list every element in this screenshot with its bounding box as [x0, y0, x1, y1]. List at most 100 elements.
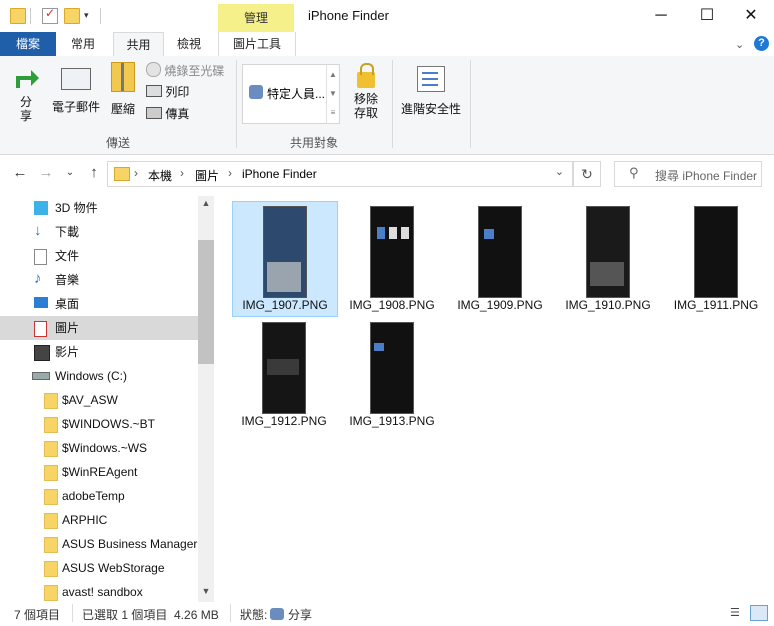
maximize-button[interactable]: ☐ — [684, 0, 730, 32]
folder-icon — [44, 465, 58, 481]
nav-folder[interactable]: adobeTemp — [0, 484, 198, 508]
email-button[interactable]: 電子郵件 — [48, 62, 104, 122]
nav-item-music[interactable]: ♪ 音樂 — [0, 268, 198, 292]
up-arrow-icon[interactable]: ↑ — [84, 163, 104, 183]
refresh-icon[interactable]: ↻ — [573, 161, 601, 187]
desktop-icon — [34, 297, 48, 308]
file-name: IMG_1909.PNG — [457, 298, 543, 312]
folder-icon — [114, 167, 130, 181]
scroll-down-icon[interactable]: ▼ — [198, 586, 214, 596]
tab-view[interactable]: 檢視 — [166, 32, 212, 56]
separator — [100, 8, 101, 24]
print-label: 列印 — [165, 85, 190, 99]
nav-item-label: 圖片 — [55, 321, 80, 335]
print-button[interactable]: 列印 — [146, 82, 189, 102]
file-item[interactable]: IMG_1911.PNG — [664, 202, 768, 316]
new-folder-icon[interactable] — [64, 8, 80, 24]
tab-picture-tools[interactable]: 圖片工具 — [218, 32, 296, 56]
nav-item-pictures[interactable]: 圖片 — [0, 316, 198, 340]
title-bar: ✓ ▾ 管理 iPhone Finder ─ ☐ ✕ — [0, 0, 774, 32]
nav-folder[interactable]: avast! sandbox — [0, 580, 198, 602]
tab-share[interactable]: 共用 — [113, 32, 164, 57]
file-name: IMG_1907.PNG — [242, 298, 328, 312]
recent-locations-icon[interactable]: ⌄ — [60, 163, 80, 183]
file-item[interactable]: IMG_1907.PNG — [232, 201, 338, 317]
tab-manage-label: 管理 — [243, 11, 268, 25]
close-button[interactable]: ✕ — [728, 0, 774, 32]
tab-file[interactable]: 檔案 — [0, 32, 56, 56]
customize-toolbar-icon[interactable]: ▾ — [84, 10, 89, 21]
security-list-icon — [417, 66, 445, 92]
fax-button[interactable]: 傳真 — [146, 104, 189, 124]
group-label-share-with: 共用對象 — [289, 136, 338, 150]
breadcrumb-separator: › — [228, 166, 232, 180]
nav-item-drive-c[interactable]: Windows (C:) — [0, 364, 198, 388]
details-view-icon[interactable]: ☰ — [730, 606, 740, 619]
email-label: 電子郵件 — [51, 100, 100, 114]
image-thumbnail — [586, 206, 630, 298]
help-icon[interactable]: ? — [754, 36, 769, 51]
zip-button[interactable]: 壓縮 — [106, 62, 140, 122]
breadcrumb-item[interactable]: 圖片 — [195, 167, 219, 184]
nav-folder[interactable]: $Windows.~WS — [0, 436, 198, 460]
people-icon — [270, 608, 284, 620]
share-button[interactable]: 分 享 — [8, 62, 44, 132]
minimize-button[interactable]: ─ — [638, 0, 684, 32]
folder-icon — [44, 537, 58, 553]
nav-folder[interactable]: $WINDOWS.~BT — [0, 412, 198, 436]
forward-arrow-icon[interactable]: → — [36, 163, 56, 183]
nav-item-3d-objects[interactable]: 3D 物件 — [0, 196, 198, 220]
nav-item-desktop[interactable]: 桌面 — [0, 292, 198, 316]
large-icons-view-icon[interactable] — [750, 605, 768, 621]
state-value: 分享 — [288, 608, 313, 622]
image-thumbnail — [478, 206, 522, 298]
file-item[interactable]: IMG_1910.PNG — [556, 202, 660, 316]
file-item[interactable]: IMG_1912.PNG — [232, 318, 336, 432]
gallery-scroll[interactable]: ▲ ▼ ≡ — [326, 65, 339, 123]
address-bar[interactable]: › 本機 › 圖片 › iPhone Finder ⌄ — [107, 161, 573, 187]
separator — [392, 60, 393, 148]
videos-icon — [34, 345, 50, 361]
specific-people-label: 特定人員... — [267, 87, 326, 101]
ribbon: 分 享 電子郵件 壓縮 燒錄至光碟 列印 傳真 傳送 特定人員... ▲ ▼ ≡ 移… — [0, 56, 774, 155]
nav-item-downloads[interactable]: ↓ 下載 — [0, 220, 198, 244]
nav-item-label: 3D 物件 — [55, 201, 98, 215]
breadcrumb-item[interactable]: iPhone Finder — [242, 167, 317, 181]
folder-icon — [44, 441, 58, 457]
search-input[interactable]: ⚲ 搜尋 iPhone Finder — [614, 161, 762, 187]
nav-folder[interactable]: $AV_ASW — [0, 388, 198, 412]
back-arrow-icon[interactable]: ← — [10, 163, 30, 183]
nav-item-documents[interactable]: 文件 — [0, 244, 198, 268]
nav-item-label: 桌面 — [55, 297, 80, 311]
nav-folder-label: $WinREAgent — [62, 465, 138, 479]
nav-folder[interactable]: ASUS Business Manager — [0, 532, 198, 556]
share-with-gallery[interactable]: 特定人員... ▲ ▼ ≡ — [242, 64, 340, 124]
properties-icon[interactable]: ✓ — [42, 6, 58, 24]
3d-objects-icon — [34, 201, 48, 215]
remove-access-button[interactable]: 移除 存取 — [346, 62, 386, 132]
scroll-up-icon[interactable]: ▲ — [198, 198, 214, 208]
chevron-down-icon[interactable]: ⌄ — [555, 165, 564, 178]
burn-label: 燒錄至光碟 — [164, 64, 225, 78]
nav-folder[interactable]: $WinREAgent — [0, 460, 198, 484]
breadcrumb-item[interactable]: 本機 — [148, 167, 172, 184]
tab-manage[interactable]: 管理 — [218, 4, 294, 32]
file-item[interactable]: IMG_1913.PNG — [340, 318, 444, 432]
status-bar: 7 個項目 已選取 1 個項目 4.26 MB 狀態: 分享 ☰ — [0, 602, 774, 626]
folder-icon — [44, 585, 58, 601]
scrollbar-thumb[interactable] — [198, 240, 214, 364]
collapse-ribbon-icon[interactable]: ⌄ — [735, 38, 744, 51]
advanced-security-button[interactable]: 進階安全性 — [398, 62, 464, 122]
file-item[interactable]: IMG_1908.PNG — [340, 202, 444, 316]
nav-folder[interactable]: ARPHIC — [0, 508, 198, 532]
separator — [230, 604, 231, 622]
share-icon — [16, 70, 39, 88]
nav-item-videos[interactable]: 影片 — [0, 340, 198, 364]
tab-home[interactable]: 常用 — [60, 32, 106, 56]
nav-scrollbar[interactable]: ▲ ▼ — [198, 196, 214, 602]
nav-folder[interactable]: ASUS WebStorage — [0, 556, 198, 580]
window-title: iPhone Finder — [308, 8, 389, 23]
burn-button[interactable]: 燒錄至光碟 — [146, 61, 224, 81]
file-item[interactable]: IMG_1909.PNG — [448, 202, 552, 316]
breadcrumb-separator: › — [180, 166, 184, 180]
